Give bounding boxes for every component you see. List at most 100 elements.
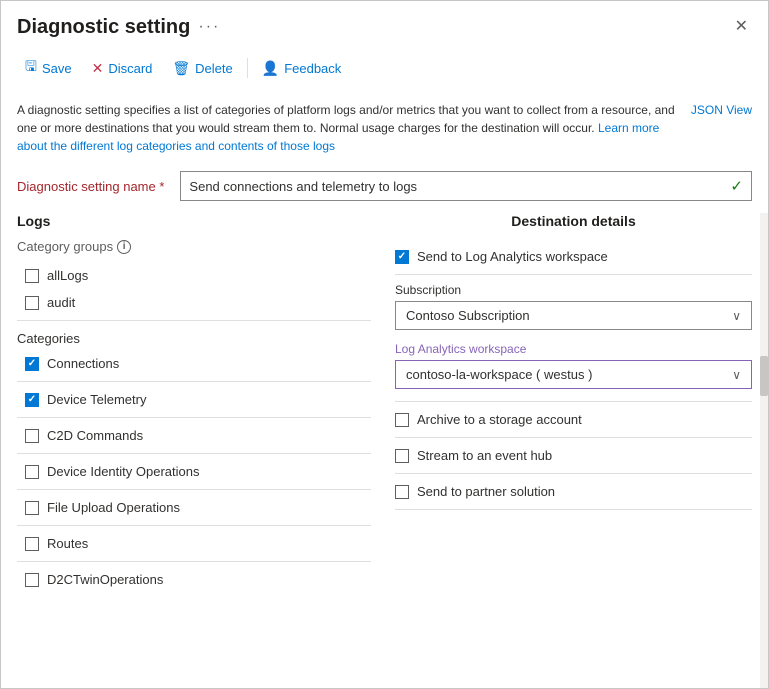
- storage-checkbox[interactable]: [395, 413, 409, 427]
- workspace-label: Log Analytics workspace: [395, 342, 752, 356]
- feedback-icon: 👤: [262, 60, 279, 77]
- title-bar: Diagnostic setting ··· ✕: [1, 1, 768, 47]
- logs-section-title: Logs: [17, 213, 371, 229]
- partner-checkbox[interactable]: [395, 485, 409, 499]
- div6: [17, 561, 371, 562]
- div2: [17, 417, 371, 418]
- storage-row: Archive to a storage account: [395, 404, 752, 435]
- partner-label: Send to partner solution: [417, 484, 555, 499]
- device-telemetry-checkbox[interactable]: [25, 393, 39, 407]
- workspace-arrow-icon: ∨: [732, 368, 741, 382]
- toolbar: 🖫 Save ✕ Discard 🗑 Delete 👤 Feedback: [1, 47, 768, 93]
- c2d-checkbox[interactable]: [25, 429, 39, 443]
- save-icon: 🖫: [25, 56, 37, 80]
- discard-button[interactable]: ✕ Discard: [84, 55, 161, 82]
- delete-label: Delete: [195, 61, 233, 76]
- scrollbar-track: [760, 213, 768, 688]
- device-identity-label: Device Identity Operations: [47, 464, 199, 479]
- checkbox-c2d: C2D Commands: [17, 422, 371, 449]
- info-icon[interactable]: i: [117, 240, 131, 254]
- info-text: A diagnostic setting specifies a list of…: [17, 101, 675, 155]
- main-content: Logs Category groups i allLogs audit Cat…: [1, 213, 768, 688]
- discard-label: Discard: [108, 61, 152, 76]
- log-analytics-checkbox[interactable]: [395, 250, 409, 264]
- workspace-group: Log Analytics workspace contoso-la-works…: [395, 342, 752, 389]
- file-upload-label: File Upload Operations: [47, 500, 180, 515]
- dest-div2: [395, 401, 752, 402]
- dest-div1: [395, 274, 752, 275]
- connections-label: Connections: [47, 356, 119, 371]
- event-hub-label: Stream to an event hub: [417, 448, 552, 463]
- div4: [17, 489, 371, 490]
- checkbox-device-telemetry: Device Telemetry: [17, 386, 371, 413]
- destination-section-title: Destination details: [395, 213, 752, 229]
- d2c-twin-checkbox[interactable]: [25, 573, 39, 587]
- checkbox-audit: audit: [17, 289, 371, 316]
- subscription-arrow-icon: ∨: [732, 309, 741, 323]
- log-analytics-label: Send to Log Analytics workspace: [417, 249, 608, 264]
- checkbox-device-identity: Device Identity Operations: [17, 458, 371, 485]
- subscription-group: Subscription Contoso Subscription ∨: [395, 283, 752, 330]
- delete-button[interactable]: 🗑 Delete: [164, 55, 240, 82]
- checkbox-routes: Routes: [17, 530, 371, 557]
- device-identity-checkbox[interactable]: [25, 465, 39, 479]
- diagnostic-setting-dialog: Diagnostic setting ··· ✕ 🖫 Save ✕ Discar…: [0, 0, 769, 689]
- title-ellipsis: ···: [198, 18, 220, 36]
- info-bar: A diagnostic setting specifies a list of…: [1, 93, 768, 163]
- dest-div3: [395, 437, 752, 438]
- div3: [17, 453, 371, 454]
- discard-icon: ✕: [92, 60, 104, 77]
- workspace-value: contoso-la-workspace ( westus ): [406, 367, 592, 382]
- setting-name-field[interactable]: Send connections and telemetry to logs ✓: [180, 171, 752, 201]
- all-logs-checkbox[interactable]: [25, 269, 39, 283]
- setting-name-value: Send connections and telemetry to logs: [189, 179, 726, 194]
- scrollbar-thumb[interactable]: [760, 356, 768, 396]
- dest-div5: [395, 509, 752, 510]
- dest-div4: [395, 473, 752, 474]
- checkbox-d2c-twin: D2CTwinOperations: [17, 566, 371, 593]
- setting-name-label: Diagnostic setting name *: [17, 179, 164, 194]
- event-hub-checkbox[interactable]: [395, 449, 409, 463]
- logs-panel: Logs Category groups i allLogs audit Cat…: [17, 213, 387, 688]
- audit-checkbox[interactable]: [25, 296, 39, 310]
- save-label: Save: [42, 61, 72, 76]
- delete-icon: 🗑: [172, 60, 190, 77]
- routes-checkbox[interactable]: [25, 537, 39, 551]
- subscription-dropdown[interactable]: Contoso Subscription ∨: [395, 301, 752, 330]
- device-telemetry-label: Device Telemetry: [47, 392, 146, 407]
- log-analytics-row: Send to Log Analytics workspace: [395, 241, 752, 272]
- c2d-label: C2D Commands: [47, 428, 143, 443]
- category-groups-label: Category groups i: [17, 239, 371, 254]
- toolbar-separator: [247, 58, 248, 78]
- main-area: Logs Category groups i allLogs audit Cat…: [1, 213, 768, 688]
- partner-row: Send to partner solution: [395, 476, 752, 507]
- json-view-link[interactable]: JSON View: [691, 101, 752, 119]
- groups-divider: [17, 320, 371, 321]
- categories-title: Categories: [17, 331, 371, 346]
- routes-label: Routes: [47, 536, 88, 551]
- div1: [17, 381, 371, 382]
- connections-checkbox[interactable]: [25, 357, 39, 371]
- checkbox-connections: Connections: [17, 350, 371, 377]
- subscription-label: Subscription: [395, 283, 752, 297]
- div5: [17, 525, 371, 526]
- checkbox-all-logs: allLogs: [17, 262, 371, 289]
- all-logs-label: allLogs: [47, 268, 88, 283]
- file-upload-checkbox[interactable]: [25, 501, 39, 515]
- d2c-twin-label: D2CTwinOperations: [47, 572, 163, 587]
- close-button[interactable]: ✕: [731, 15, 752, 39]
- info-description: A diagnostic setting specifies a list of…: [17, 103, 675, 135]
- audit-label: audit: [47, 295, 75, 310]
- required-marker: *: [156, 179, 165, 194]
- dialog-title: Diagnostic setting: [17, 16, 190, 39]
- setting-name-row: Diagnostic setting name * Send connectio…: [1, 163, 768, 213]
- feedback-label: Feedback: [284, 61, 341, 76]
- event-hub-row: Stream to an event hub: [395, 440, 752, 471]
- feedback-button[interactable]: 👤 Feedback: [254, 55, 350, 82]
- storage-label: Archive to a storage account: [417, 412, 582, 427]
- checkbox-file-upload: File Upload Operations: [17, 494, 371, 521]
- save-button[interactable]: 🖫 Save: [17, 51, 80, 85]
- subscription-value: Contoso Subscription: [406, 308, 530, 323]
- workspace-dropdown[interactable]: contoso-la-workspace ( westus ) ∨: [395, 360, 752, 389]
- destination-panel: Destination details Send to Log Analytic…: [387, 213, 752, 688]
